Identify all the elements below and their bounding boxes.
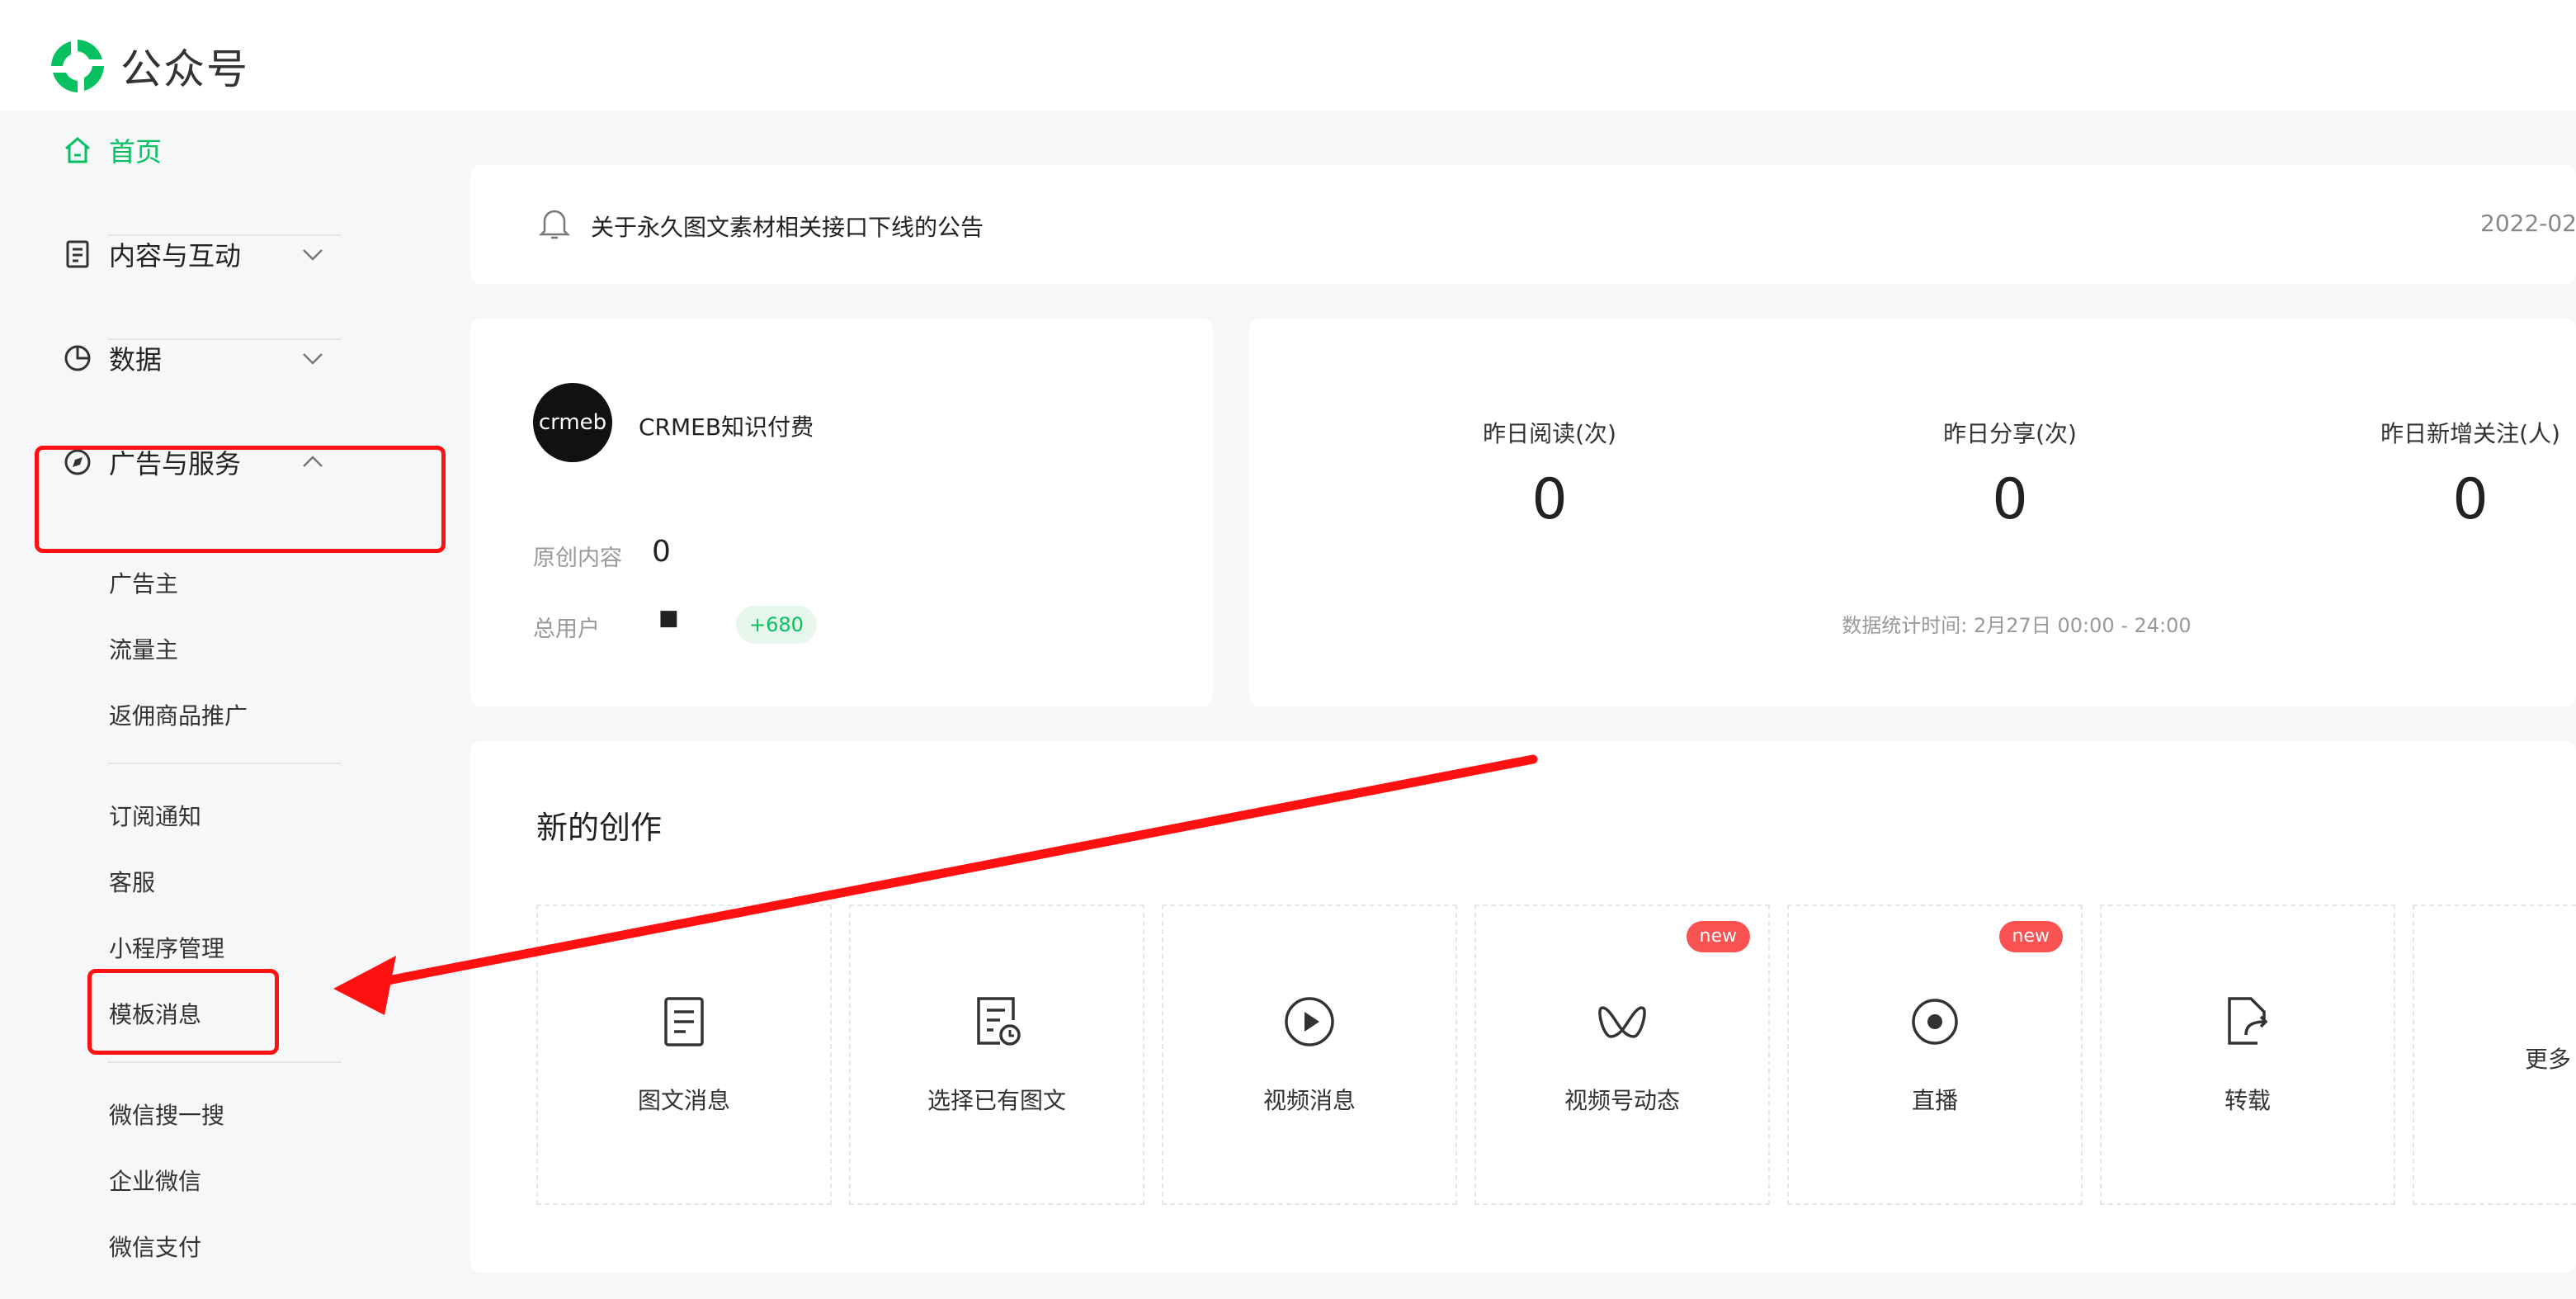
sidebar-item-home[interactable]: 首页 <box>0 111 462 190</box>
annotation-highlight-box <box>87 969 279 1055</box>
repost-icon <box>2228 997 2268 1045</box>
bell-icon <box>538 210 571 239</box>
sidebar-subitem-subscribe-notice[interactable]: 订阅通知 <box>109 799 201 832</box>
sidebar: 首页 内容与互动 数据 广告与服务 广告主 流量主 返佣商品推广 订阅通知 客服… <box>0 111 462 1299</box>
stat-follow-label: 昨日新增关注(人) <box>2380 420 2560 447</box>
sidebar-subitem-rebate[interactable]: 返佣商品推广 <box>109 698 248 731</box>
tile-label: 视频号动态 <box>1564 1087 1680 1114</box>
sidebar-subitem-customer-service[interactable]: 客服 <box>109 865 155 898</box>
stats-card <box>1249 319 2576 706</box>
sidebar-subitem-advertiser[interactable]: 广告主 <box>109 566 178 599</box>
annotation-highlight-box <box>35 446 446 553</box>
stat-read-value: 0 <box>1531 467 1568 532</box>
new-badge: new <box>1686 921 1750 952</box>
users-delta-badge: +680 <box>736 606 817 644</box>
stat-follow-value: 0 <box>2452 467 2489 532</box>
new-badge: new <box>1998 921 2063 952</box>
divider <box>107 763 342 764</box>
top-bar: 公众号 <box>0 0 2576 111</box>
sidebar-subitem-wechat-search[interactable]: 微信搜一搜 <box>109 1098 224 1131</box>
play-icon <box>1285 997 1334 1046</box>
stat-read-label: 昨日阅读(次) <box>1483 420 1616 447</box>
create-tile-choose-existing[interactable]: 选择已有图文 <box>849 905 1144 1205</box>
sidebar-subitem-publisher[interactable]: 流量主 <box>109 632 178 665</box>
divider <box>107 1061 342 1063</box>
create-tile-more[interactable]: 更多 <box>2413 905 2576 1205</box>
stat-share-label: 昨日分享(次) <box>1943 420 2077 447</box>
notice-title[interactable]: 关于永久图文素材相关接口下线的公告 <box>591 210 984 243</box>
stat-share-value: 0 <box>1992 467 2028 532</box>
chevron-down-icon <box>303 249 323 261</box>
sidebar-subitem-wechat-pay[interactable]: 微信支付 <box>109 1230 201 1263</box>
create-tile-video[interactable]: 视频消息 <box>1162 905 1457 1205</box>
live-icon <box>1912 999 1958 1045</box>
article-history-icon <box>977 997 1021 1046</box>
sidebar-item-label: 首页 <box>109 136 163 168</box>
article-icon <box>664 997 704 1046</box>
channels-icon <box>1598 1006 1646 1038</box>
create-tile-live[interactable]: new 直播 <box>1787 905 2083 1205</box>
avatar[interactable]: crmeb <box>533 383 612 462</box>
create-section-title: 新的创作 <box>536 810 663 846</box>
sidebar-item-data[interactable]: 数据 <box>0 319 462 398</box>
stats-time: 数据统计时间: 2月27日 00:00 - 24:00 <box>1842 614 2191 637</box>
sidebar-subitem-work-wechat[interactable]: 企业微信 <box>109 1164 201 1197</box>
pie-chart-icon <box>64 345 91 371</box>
sidebar-item-label: 内容与互动 <box>109 240 242 272</box>
account-card <box>470 319 1213 706</box>
sidebar-item-label: 数据 <box>109 344 163 376</box>
home-icon <box>65 137 90 163</box>
original-content-label: 原创内容 <box>533 546 622 571</box>
tile-label: 转载 <box>2224 1087 2271 1114</box>
tile-label: 更多 <box>2525 1046 2572 1073</box>
wechat-mp-logo-icon[interactable] <box>46 35 109 97</box>
chevron-down-icon <box>303 353 323 365</box>
tile-label: 图文消息 <box>637 1087 730 1114</box>
tile-label: 视频消息 <box>1262 1087 1356 1114</box>
create-tile-repost[interactable]: 转载 <box>2100 905 2395 1205</box>
tile-label: 选择已有图文 <box>927 1087 1066 1114</box>
total-users-value: ■ <box>658 606 679 631</box>
sidebar-item-content[interactable]: 内容与互动 <box>0 215 462 294</box>
create-tile-channels[interactable]: new 视频号动态 <box>1474 905 1770 1205</box>
create-tile-article[interactable]: 图文消息 <box>536 905 832 1205</box>
document-icon <box>66 240 89 268</box>
sidebar-subitem-miniprogram[interactable]: 小程序管理 <box>109 931 224 964</box>
account-name: CRMEB知识付费 <box>639 413 814 441</box>
notice-date: 2022-02 <box>2480 210 2576 237</box>
total-users-label: 总用户 <box>533 616 600 642</box>
original-content-value: 0 <box>652 535 671 569</box>
tile-label: 直播 <box>1911 1087 1958 1114</box>
app-title: 公众号 <box>120 45 249 93</box>
